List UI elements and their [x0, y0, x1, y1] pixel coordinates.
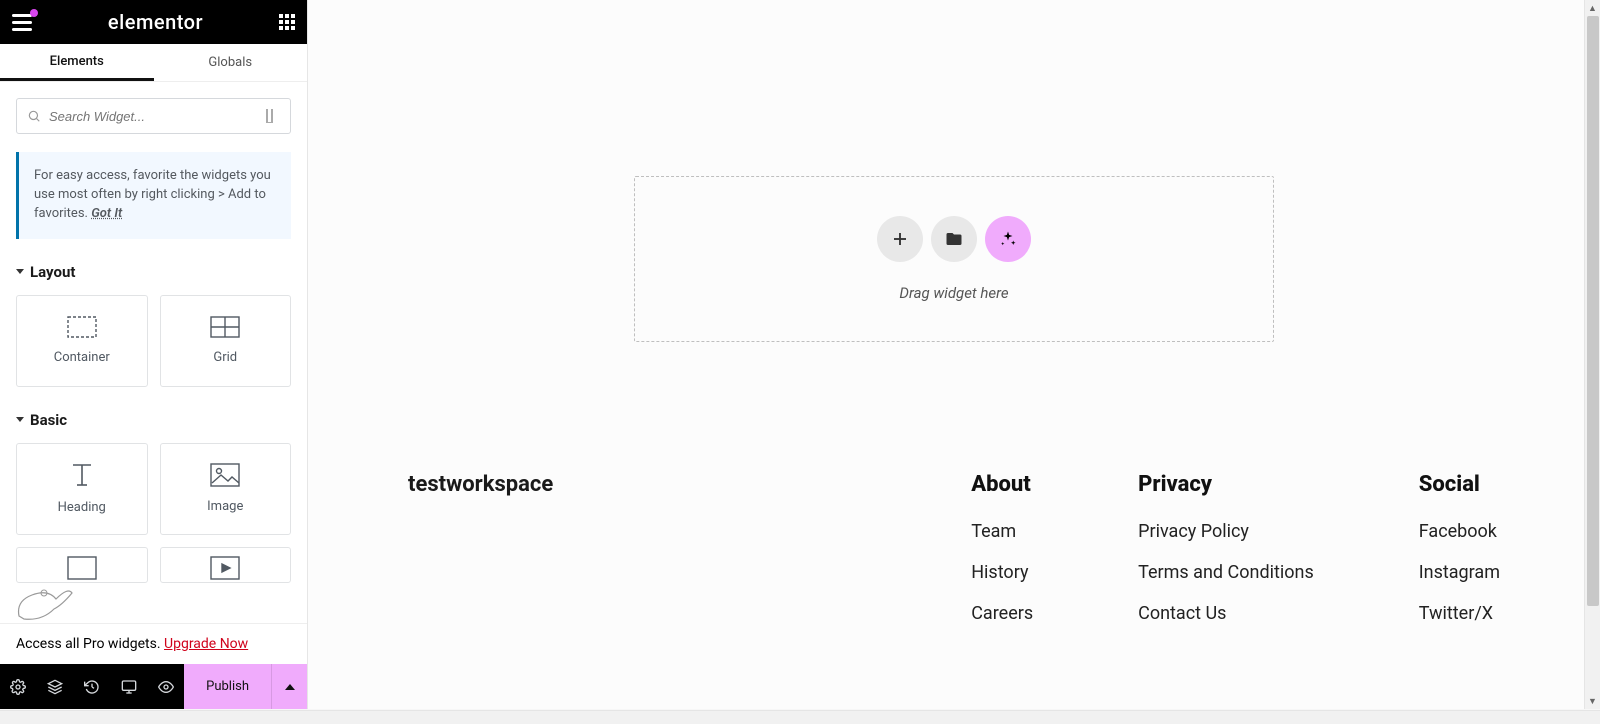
upgrade-bar: Access all Pro widgets. Upgrade Now	[0, 623, 307, 664]
bottom-toolbar: Publish	[0, 664, 307, 709]
window-horizontal-scrollbar[interactable]	[0, 710, 1600, 724]
scrollbar-thumb[interactable]	[1587, 16, 1599, 606]
notification-dot-icon	[30, 9, 38, 17]
folder-icon	[945, 230, 963, 248]
sidebar-header: elementor	[0, 0, 307, 44]
eye-icon	[158, 679, 174, 695]
scroll-down-icon: ▼	[1585, 693, 1600, 709]
widget-partial-2[interactable]	[160, 547, 292, 583]
footer-link-terms[interactable]: Terms and Conditions	[1138, 562, 1314, 583]
footer-link-careers[interactable]: Careers	[971, 603, 1033, 624]
history-icon	[84, 679, 100, 695]
category-basic-title: Basic	[30, 411, 67, 429]
panel-tabs: Elements Globals	[0, 44, 307, 82]
widget-heading[interactable]: Heading	[16, 443, 148, 535]
image-icon	[210, 463, 240, 487]
widget-grid-label: Grid	[213, 350, 237, 365]
footer-link-facebook[interactable]: Facebook	[1419, 521, 1500, 542]
scroll-up-icon: ▲	[1585, 0, 1600, 16]
texteditor-icon	[67, 556, 97, 580]
publish-options-button[interactable]	[271, 664, 307, 709]
preview-button[interactable]	[147, 664, 184, 709]
search-widget-box[interactable]	[16, 98, 291, 134]
footer-social-title: Social	[1419, 472, 1500, 497]
footer-link-history[interactable]: History	[971, 562, 1033, 583]
footer-link-twitter[interactable]: Twitter/X	[1419, 603, 1500, 624]
footer-link-privacy-policy[interactable]: Privacy Policy	[1138, 521, 1314, 542]
sparkle-icon	[999, 230, 1017, 248]
settings-button[interactable]	[0, 664, 37, 709]
caret-down-icon	[16, 417, 24, 422]
responsive-button[interactable]	[110, 664, 147, 709]
responsive-icon	[121, 679, 137, 695]
category-layout: Layout Container Grid	[16, 263, 291, 387]
chevron-up-icon	[285, 684, 295, 690]
widget-container-label: Container	[54, 350, 110, 365]
editor-sidebar: elementor Elements Globals For easy acce…	[0, 0, 308, 709]
widget-heading-label: Heading	[58, 500, 106, 515]
history-button[interactable]	[74, 664, 111, 709]
video-icon	[210, 556, 240, 580]
tab-globals[interactable]: Globals	[154, 44, 308, 81]
footer-link-team[interactable]: Team	[971, 521, 1033, 542]
apps-grid-icon[interactable]	[279, 14, 295, 30]
add-template-button[interactable]	[931, 216, 977, 262]
gear-icon	[10, 679, 26, 695]
tip-text: For easy access, favorite the widgets yo…	[34, 168, 271, 221]
search-icon	[27, 109, 41, 123]
footer-about-title: About	[971, 472, 1033, 497]
footer-col-social: Social Facebook Instagram Twitter/X	[1419, 472, 1500, 644]
grid-widget-icon	[210, 316, 240, 338]
widget-grid[interactable]: Grid	[160, 295, 292, 387]
footer-col-about: About Team History Careers	[971, 472, 1033, 644]
add-section-button[interactable]	[877, 216, 923, 262]
menu-button[interactable]	[12, 14, 32, 31]
tab-elements[interactable]: Elements	[0, 44, 154, 81]
hamburger-icon	[12, 14, 32, 31]
upgrade-text: Access all Pro widgets.	[16, 636, 164, 652]
category-layout-toggle[interactable]: Layout	[16, 263, 291, 281]
navigator-button[interactable]	[37, 664, 74, 709]
panel-body: For easy access, favorite the widgets yo…	[0, 82, 307, 623]
footer-link-instagram[interactable]: Instagram	[1419, 562, 1500, 583]
widget-container[interactable]: Container	[16, 295, 148, 387]
editor-canvas[interactable]: Drag widget here testworkspace About Tea…	[308, 0, 1600, 709]
dropzone-label: Drag widget here	[899, 284, 1008, 302]
widget-image[interactable]: Image	[160, 443, 292, 535]
footer-link-contact[interactable]: Contact Us	[1138, 603, 1314, 624]
footer-privacy-title: Privacy	[1138, 472, 1314, 497]
favorites-tip: For easy access, favorite the widgets yo…	[16, 152, 291, 239]
footer-col-privacy: Privacy Privacy Policy Terms and Conditi…	[1138, 472, 1314, 644]
layers-icon	[47, 679, 63, 695]
drop-zone[interactable]: Drag widget here	[634, 176, 1274, 342]
category-basic: Basic Heading Image	[16, 411, 291, 583]
search-input[interactable]	[49, 109, 266, 124]
tip-dismiss[interactable]: Got It	[91, 206, 122, 221]
plus-icon	[891, 230, 909, 248]
upgrade-link[interactable]: Upgrade Now	[164, 636, 248, 652]
widget-image-label: Image	[207, 499, 243, 514]
text-cursor-icon	[266, 109, 280, 123]
window-vertical-scrollbar[interactable]: ▲ ▼	[1584, 0, 1600, 709]
footer-section: testworkspace About Team History Careers…	[308, 472, 1600, 664]
widget-partial-1[interactable]	[16, 547, 148, 583]
heading-icon	[67, 462, 97, 488]
category-layout-title: Layout	[30, 263, 75, 281]
workspace-name: testworkspace	[408, 472, 553, 497]
category-basic-toggle[interactable]: Basic	[16, 411, 291, 429]
ai-button[interactable]	[985, 216, 1031, 262]
publish-button[interactable]: Publish	[184, 664, 271, 709]
caret-down-icon	[16, 269, 24, 274]
brand-logo: elementor	[108, 10, 203, 34]
container-icon	[67, 316, 97, 338]
